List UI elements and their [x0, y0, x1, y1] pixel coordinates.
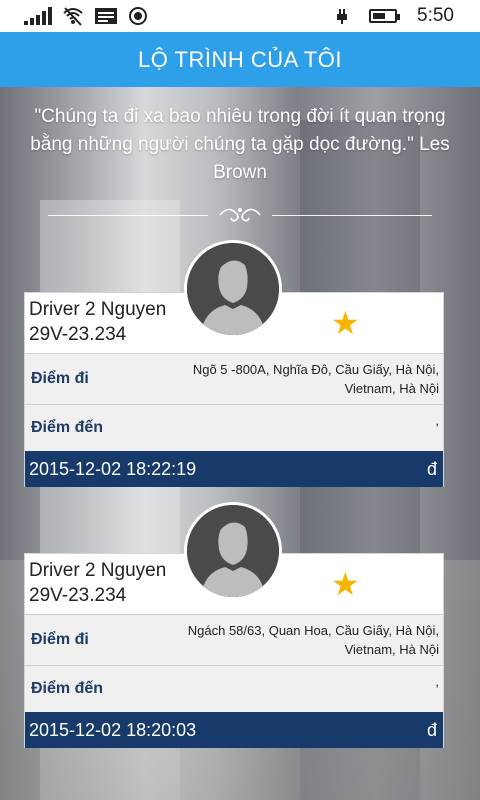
- from-address: Ngõ 5 -800A, Nghĩa Đô, Cầu Giấy, Hà Nội,…: [192, 362, 439, 396]
- target-icon: [129, 7, 147, 25]
- driver-avatar[interactable]: [184, 502, 282, 600]
- trip-datetime: 2015-12-02 18:22:19: [29, 459, 197, 479]
- trip-price: đ: [426, 459, 437, 479]
- person-icon: [187, 505, 279, 597]
- driver-avatar[interactable]: [184, 240, 282, 338]
- quote-text: "Chúng ta đi xa bao nhiêu trong đời ít q…: [30, 106, 450, 183]
- driver-name: Driver 2 Nguyen 29V-23.234: [29, 299, 167, 345]
- to-address: ,: [435, 674, 439, 689]
- signal-icon: [24, 7, 52, 25]
- page-title: LỘ TRÌNH CỦA TÔI: [0, 32, 480, 87]
- wifi-icon: [63, 7, 83, 26]
- from-label: Điểm đi: [31, 631, 89, 648]
- trip-price: đ: [426, 720, 437, 740]
- trip-footer: 2015-12-02 18:22:19 đ: [25, 451, 443, 487]
- clock: 5:50: [417, 5, 454, 26]
- to-label: Điểm đến: [31, 680, 104, 697]
- to-address: ,: [435, 413, 439, 428]
- person-icon: [187, 243, 279, 335]
- status-bar: 5:50: [0, 0, 480, 32]
- from-address: Ngách 58/63, Quan Hoa, Cầu Giấy, Hà Nội,…: [187, 623, 439, 657]
- plate-number: 29V-23.234: [29, 585, 127, 606]
- from-label: Điểm đi: [31, 370, 89, 387]
- battery-icon: [369, 9, 401, 23]
- favorite-star-icon[interactable]: ★: [331, 564, 360, 604]
- message-icon: [95, 8, 117, 24]
- trip-datetime: 2015-12-02 18:20:03: [29, 720, 197, 740]
- ornament-divider: [48, 203, 432, 227]
- plate-number: 29V-23.234: [29, 324, 127, 345]
- driver-name: Driver 2 Nguyen 29V-23.234: [29, 560, 167, 606]
- flourish-icon: [214, 203, 266, 227]
- favorite-star-icon[interactable]: ★: [331, 303, 360, 343]
- charging-icon: [337, 9, 348, 24]
- to-label: Điểm đến: [31, 419, 104, 436]
- trip-footer: 2015-12-02 18:20:03 đ: [25, 712, 443, 748]
